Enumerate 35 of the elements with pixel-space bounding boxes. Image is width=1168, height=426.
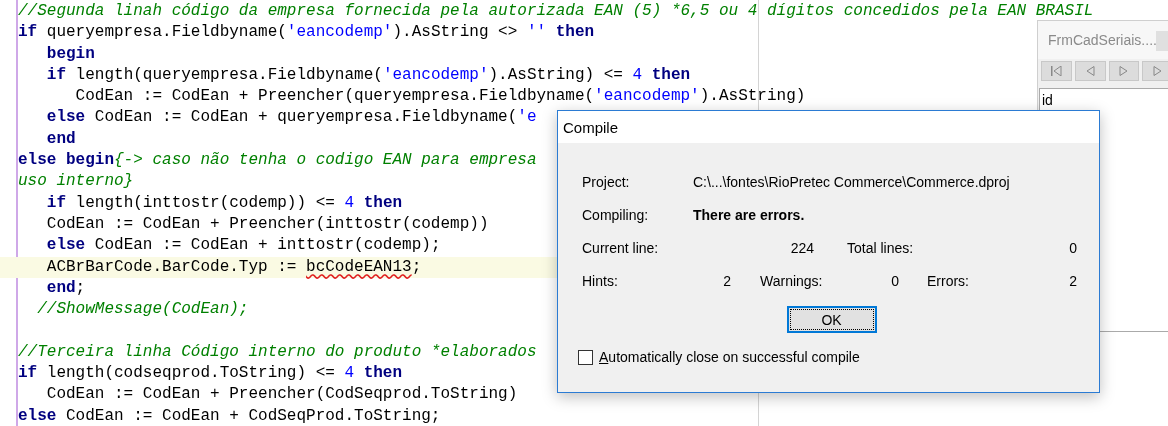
counter-value: 224 <box>790 239 814 256</box>
code-line: //Terceira linha Código interno do produto *elaborados <box>18 341 537 363</box>
counter-label: Warnings: <box>760 272 823 289</box>
field-label: Project: <box>582 173 631 190</box>
code-line: if length(codseqprod.ToString) <= 4 then <box>18 363 403 385</box>
code-line: uso interno} <box>18 171 134 193</box>
code-line: if length(queryempresa.Fieldbyname('eancodemp').AsString) <= 4 then <box>45 64 691 86</box>
code-line: //ShowMessage(CodEan); <box>36 299 249 321</box>
status-text: There are errors. <box>693 206 805 223</box>
counter-label: Hints: <box>582 272 618 289</box>
code-line: else begin{-> caso não tenha o codigo EAN para empresa <box>18 150 537 172</box>
code-line: begin <box>45 43 95 65</box>
code-line: end; <box>45 277 86 299</box>
counter-value: 0 <box>1069 239 1077 256</box>
dialog-title: Compile <box>563 118 619 136</box>
counter-value: 0 <box>891 272 899 289</box>
counter-value: 2 <box>1069 272 1077 289</box>
counter-label: Total lines: <box>847 239 914 256</box>
code-line: CodEan := CodEan + Preencher(CodSeqprod.ToString) <box>45 384 518 406</box>
code-line: ACBrBarCode.BarCode.Typ := bcCodeEAN13; <box>45 256 422 278</box>
code-line: CodEan := CodEan + Preencher(inttostr(codemp)) <box>45 213 489 235</box>
field-value: C:\...\fontes\RioPretec Commerce\Commerce.dproj <box>693 173 1010 190</box>
code-line: else CodEan := CodEan + CodSeqProd.ToString; <box>18 405 441 426</box>
code-line: if queryempresa.Fieldbyname('eancodemp').AsString <> '' then <box>18 22 595 44</box>
counter-value: 2 <box>723 272 731 289</box>
field-label: Compiling: <box>582 206 650 223</box>
code-line: CodEan := CodEan + Preencher(queryempresa.Fieldbyname('eancodemp').AsString) <box>74 86 806 108</box>
window-title: FrmCadSeriais.... <box>1048 32 1157 48</box>
code-line: end <box>45 128 76 150</box>
code-line: else CodEan := CodEan + queryempresa.Fieldbyname('e <box>45 107 537 129</box>
code-line: if length(inttostr(codemp)) <= 4 then <box>45 192 403 214</box>
counter-label: Errors: <box>927 272 969 289</box>
code-line: //Segunda linah código da empresa fornecida pela autorizada EAN (5) *6,5 ou 4 dígitos concedidos pela EAN BRASIL <box>18 1 1094 22</box>
counter-label: Current line: <box>582 239 659 256</box>
code-line: else CodEan := CodEan + inttostr(codemp); <box>45 235 441 257</box>
